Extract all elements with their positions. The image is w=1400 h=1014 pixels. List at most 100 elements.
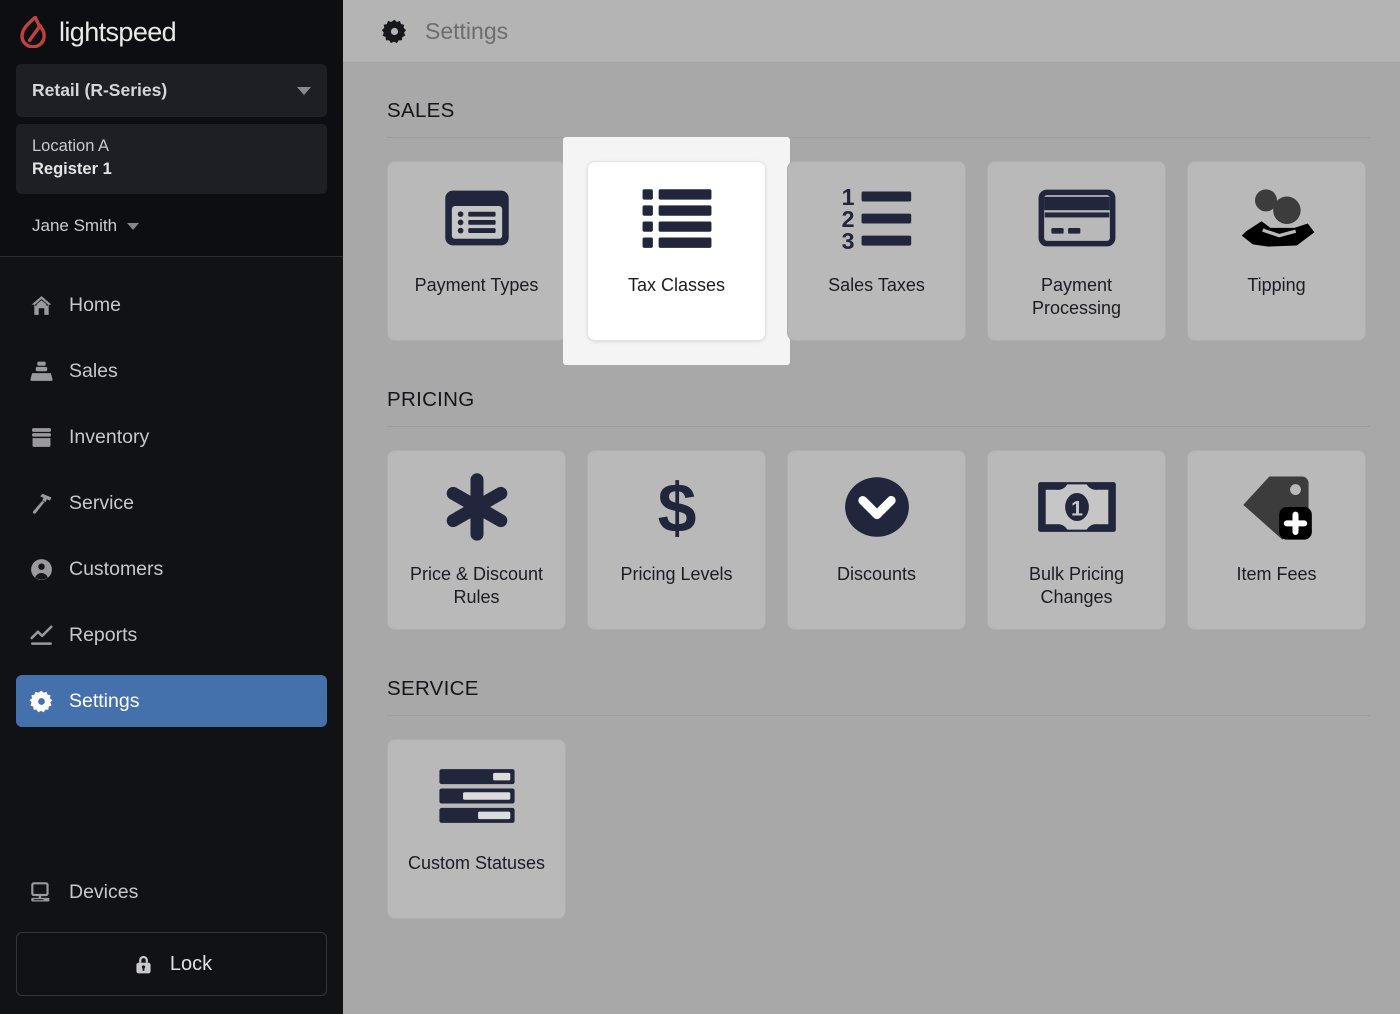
chevron-down-icon bbox=[127, 222, 140, 230]
tile-label: Payment Processing bbox=[1031, 275, 1122, 318]
tile-item-fees[interactable]: Item Fees bbox=[1187, 450, 1366, 630]
tile-payment-processing[interactable]: Payment Processing bbox=[987, 161, 1166, 341]
section-title: SALES bbox=[387, 99, 455, 122]
tile-wrap: Item Fees bbox=[1187, 450, 1366, 630]
gear-icon bbox=[381, 18, 408, 45]
sidebar-footer: Devices Lock bbox=[0, 866, 343, 1014]
monitor-icon bbox=[28, 879, 54, 905]
product-picker[interactable]: Retail (R-Series) bbox=[16, 64, 327, 117]
sidebar-item-label: Home bbox=[69, 293, 122, 316]
sidebar-item-inventory[interactable]: Inventory bbox=[16, 411, 327, 463]
section-divider bbox=[387, 715, 1370, 716]
location-register-box[interactable]: Location A Register 1 bbox=[16, 124, 327, 194]
sidebar-item-service[interactable]: Service bbox=[16, 477, 327, 529]
sidebar-item-sales[interactable]: Sales bbox=[16, 345, 327, 397]
tile-tipping[interactable]: Tipping bbox=[1187, 161, 1366, 341]
tile-label: Tipping bbox=[1247, 275, 1306, 295]
section-pricing: PRICING Price & Discount Rules $ Pricing… bbox=[387, 388, 1370, 630]
section-title: PRICING bbox=[387, 388, 475, 411]
sidebar-item-home[interactable]: Home bbox=[16, 279, 327, 331]
sidebar-item-reports[interactable]: Reports bbox=[16, 609, 327, 661]
svg-text:1: 1 bbox=[1071, 496, 1083, 521]
credit-card-icon bbox=[988, 162, 1165, 274]
tile-label: Sales Taxes bbox=[828, 275, 925, 295]
dollar-sign-icon: $ bbox=[588, 451, 765, 563]
tile-label: Price & Discount Rules bbox=[409, 564, 544, 607]
tag-plus-icon bbox=[1188, 451, 1365, 563]
sidebar-header: lightspeed Retail (R-Series) Location A … bbox=[0, 0, 343, 256]
section-sales: SALES Payment Types Tax Classes 1 2 3 Sa… bbox=[387, 99, 1370, 365]
hand-coins-icon bbox=[1188, 162, 1365, 274]
tile-wrap: Custom Statuses bbox=[387, 739, 566, 919]
tile-label: Payment Types bbox=[414, 275, 539, 295]
lock-button[interactable]: Lock bbox=[16, 932, 327, 996]
sidebar-item-label: Devices bbox=[69, 880, 139, 903]
circle-chevron-down-icon bbox=[788, 451, 965, 563]
gear-icon bbox=[28, 688, 54, 714]
chevron-down-icon bbox=[297, 86, 311, 95]
sidebar-item-devices[interactable]: Devices bbox=[16, 866, 327, 918]
tile-wrap: $ Pricing Levels bbox=[587, 450, 766, 630]
lightspeed-flame-icon bbox=[20, 16, 50, 48]
brand-name: lightspeed bbox=[59, 16, 177, 47]
register-icon bbox=[28, 358, 54, 384]
sidebar-item-label: Settings bbox=[69, 689, 140, 712]
brand-logo: lightspeed bbox=[16, 0, 327, 64]
section-title: SERVICE bbox=[387, 677, 479, 700]
section-divider bbox=[387, 426, 1370, 427]
sidebar-item-label: Inventory bbox=[69, 425, 150, 448]
tile-wrap: Payment Types bbox=[387, 161, 566, 341]
sidebar-item-customers[interactable]: Customers bbox=[16, 543, 327, 595]
tile-wrap: Discounts bbox=[787, 450, 966, 630]
numbered-list-icon: 1 2 3 bbox=[788, 162, 965, 274]
tile-label: Discounts bbox=[836, 564, 917, 584]
status-bars-icon bbox=[388, 740, 565, 852]
main-area: Settings SALES Payment Types Tax Classes… bbox=[343, 0, 1400, 1014]
hammer-icon bbox=[28, 490, 54, 516]
page-header: Settings bbox=[343, 0, 1400, 63]
lock-icon bbox=[131, 951, 157, 977]
user-circle-icon bbox=[28, 556, 54, 582]
inventory-box-icon bbox=[28, 424, 54, 450]
user-menu[interactable]: Jane Smith bbox=[16, 194, 327, 242]
tile-sales-taxes[interactable]: 1 2 3 Sales Taxes bbox=[787, 161, 966, 341]
sidebar-item-label: Service bbox=[69, 491, 135, 514]
svg-text:$: $ bbox=[657, 471, 696, 543]
sidebar-item-settings[interactable]: Settings bbox=[16, 675, 327, 727]
svg-text:3: 3 bbox=[841, 228, 854, 250]
tile-row: Custom Statuses bbox=[387, 739, 1370, 919]
tile-label: Item Fees bbox=[1236, 564, 1317, 584]
tile-payment-types[interactable]: Payment Types bbox=[387, 161, 566, 341]
payment-types-icon bbox=[388, 162, 565, 274]
list-bars-icon bbox=[588, 162, 765, 274]
tile-wrap: Price & Discount Rules bbox=[387, 450, 566, 630]
tile-label: Tax Classes bbox=[627, 275, 726, 295]
sidebar-item-label: Sales bbox=[69, 359, 118, 382]
sidebar: lightspeed Retail (R-Series) Location A … bbox=[0, 0, 343, 1014]
location-name: Location A bbox=[32, 137, 110, 155]
tile-pricing-levels[interactable]: $ Pricing Levels bbox=[587, 450, 766, 630]
sidebar-item-label: Reports bbox=[69, 623, 138, 646]
product-picker-label: Retail (R-Series) bbox=[32, 80, 168, 100]
banknote-icon: 1 bbox=[988, 451, 1165, 563]
tile-label: Pricing Levels bbox=[620, 564, 733, 584]
home-icon bbox=[28, 292, 54, 318]
tile-row: Payment Types Tax Classes 1 2 3 Sales Ta… bbox=[387, 137, 1370, 365]
tile-custom-statuses[interactable]: Custom Statuses bbox=[387, 739, 566, 919]
tile-label: Custom Statuses bbox=[407, 853, 546, 873]
tile-tax-classes[interactable]: Tax Classes bbox=[587, 161, 766, 341]
tile-wrap: Payment Processing bbox=[987, 161, 1166, 341]
tile-bulk-pricing-changes[interactable]: 1 Bulk Pricing Changes bbox=[987, 450, 1166, 630]
tile-wrap-selected: Tax Classes bbox=[563, 137, 790, 365]
tile-discounts[interactable]: Discounts bbox=[787, 450, 966, 630]
lock-label: Lock bbox=[169, 952, 213, 975]
tile-price-discount-rules[interactable]: Price & Discount Rules bbox=[387, 450, 566, 630]
page-title: Settings bbox=[425, 17, 509, 44]
line-chart-icon bbox=[28, 622, 54, 648]
sidebar-item-label: Customers bbox=[69, 557, 164, 580]
user-name: Jane Smith bbox=[32, 216, 118, 235]
settings-content: SALES Payment Types Tax Classes 1 2 3 Sa… bbox=[343, 63, 1400, 1014]
sidebar-nav: Home Sales Inventory Service Customers R… bbox=[0, 257, 343, 866]
tile-wrap: 1 Bulk Pricing Changes bbox=[987, 450, 1166, 630]
tile-wrap: 1 2 3 Sales Taxes bbox=[787, 161, 966, 341]
